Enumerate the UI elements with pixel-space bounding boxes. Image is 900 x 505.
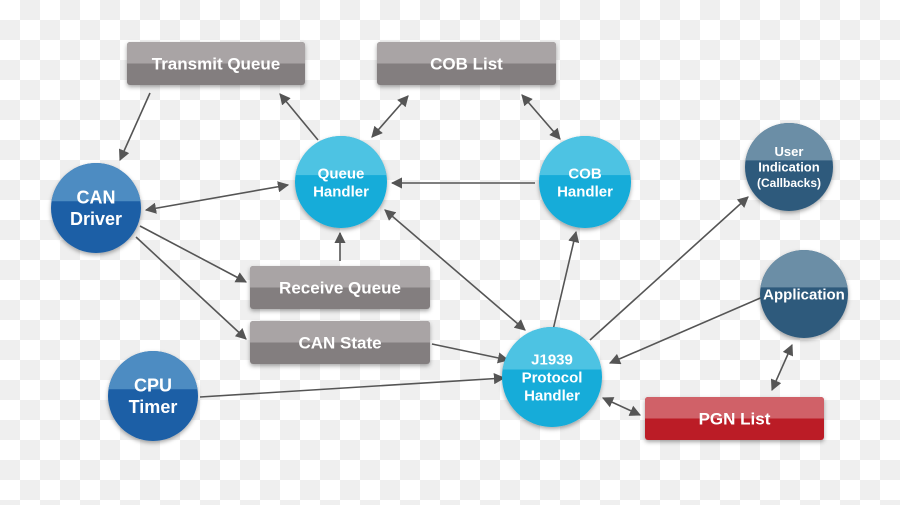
edge-application-to-j1939-protocol-handler: [608, 295, 766, 365]
node-cpu-timer[interactable]: CPUTimer: [108, 351, 198, 441]
node-label: Timer: [129, 397, 178, 417]
node-j1939-protocol-handler[interactable]: J1939ProtocolHandler: [502, 327, 602, 427]
node-label: (Callbacks): [757, 176, 821, 190]
node-can-state[interactable]: CAN State: [250, 321, 430, 364]
node-label: User: [775, 144, 804, 159]
node-label: Handler: [524, 387, 580, 404]
edge-can-state-to-j1939-protocol-handler: [431, 343, 510, 364]
edge-j1939-protocol-handler-to-pgn-list: [601, 397, 642, 416]
edge-can-driver-to-receive-queue: [139, 225, 247, 283]
edge-queue-handler-to-transmit-queue: [279, 93, 319, 141]
node-label: PGN List: [699, 409, 771, 428]
edge-j1939-protocol-handler-to-user-indication: [589, 196, 749, 341]
node-label: Protocol: [522, 369, 583, 386]
node-cob-handler[interactable]: COBHandler: [539, 136, 631, 228]
edge-cob-list-to-cob-handler: [521, 94, 561, 140]
node-transmit-queue[interactable]: Transmit Queue: [127, 42, 305, 85]
node-label: Application: [763, 286, 845, 303]
node-label: CAN State: [298, 333, 381, 352]
node-can-driver[interactable]: CANDriver: [51, 163, 141, 253]
node-label: CPU: [134, 376, 172, 396]
node-label: Handler: [313, 183, 369, 200]
node-cob-list[interactable]: COB List: [377, 42, 556, 85]
edge-can-driver-to-queue-handler: [144, 181, 290, 214]
node-label: Queue: [318, 165, 365, 182]
node-label: Transmit Queue: [152, 54, 280, 73]
node-label: J1939: [531, 351, 573, 368]
node-label: Indication: [758, 160, 819, 175]
node-pgn-list[interactable]: PGN List: [645, 397, 824, 440]
node-label: Driver: [70, 209, 122, 229]
edge-cpu-timer-to-j1939-protocol-handler: [199, 373, 506, 398]
node-queue-handler[interactable]: QueueHandler: [295, 136, 387, 228]
node-label: Handler: [557, 183, 613, 200]
edges: [119, 92, 794, 416]
edge-pgn-list-to-application: [770, 343, 794, 392]
node-label: Receive Queue: [279, 278, 401, 297]
node-label: COB: [568, 165, 602, 182]
node-application[interactable]: Application: [760, 250, 848, 338]
edge-j1939-protocol-handler-to-cob-handler: [552, 230, 580, 331]
node-label: CAN: [77, 188, 116, 208]
node-user-indication[interactable]: UserIndication(Callbacks): [745, 123, 833, 211]
edge-queue-handler-to-cob-list: [371, 95, 409, 138]
node-label: COB List: [430, 54, 503, 73]
node-receive-queue[interactable]: Receive Queue: [250, 266, 430, 309]
diagram: Transmit Queue COB List Receive Queue CAN S…: [51, 42, 848, 441]
edge-transmit-queue-to-can-driver: [119, 92, 151, 162]
